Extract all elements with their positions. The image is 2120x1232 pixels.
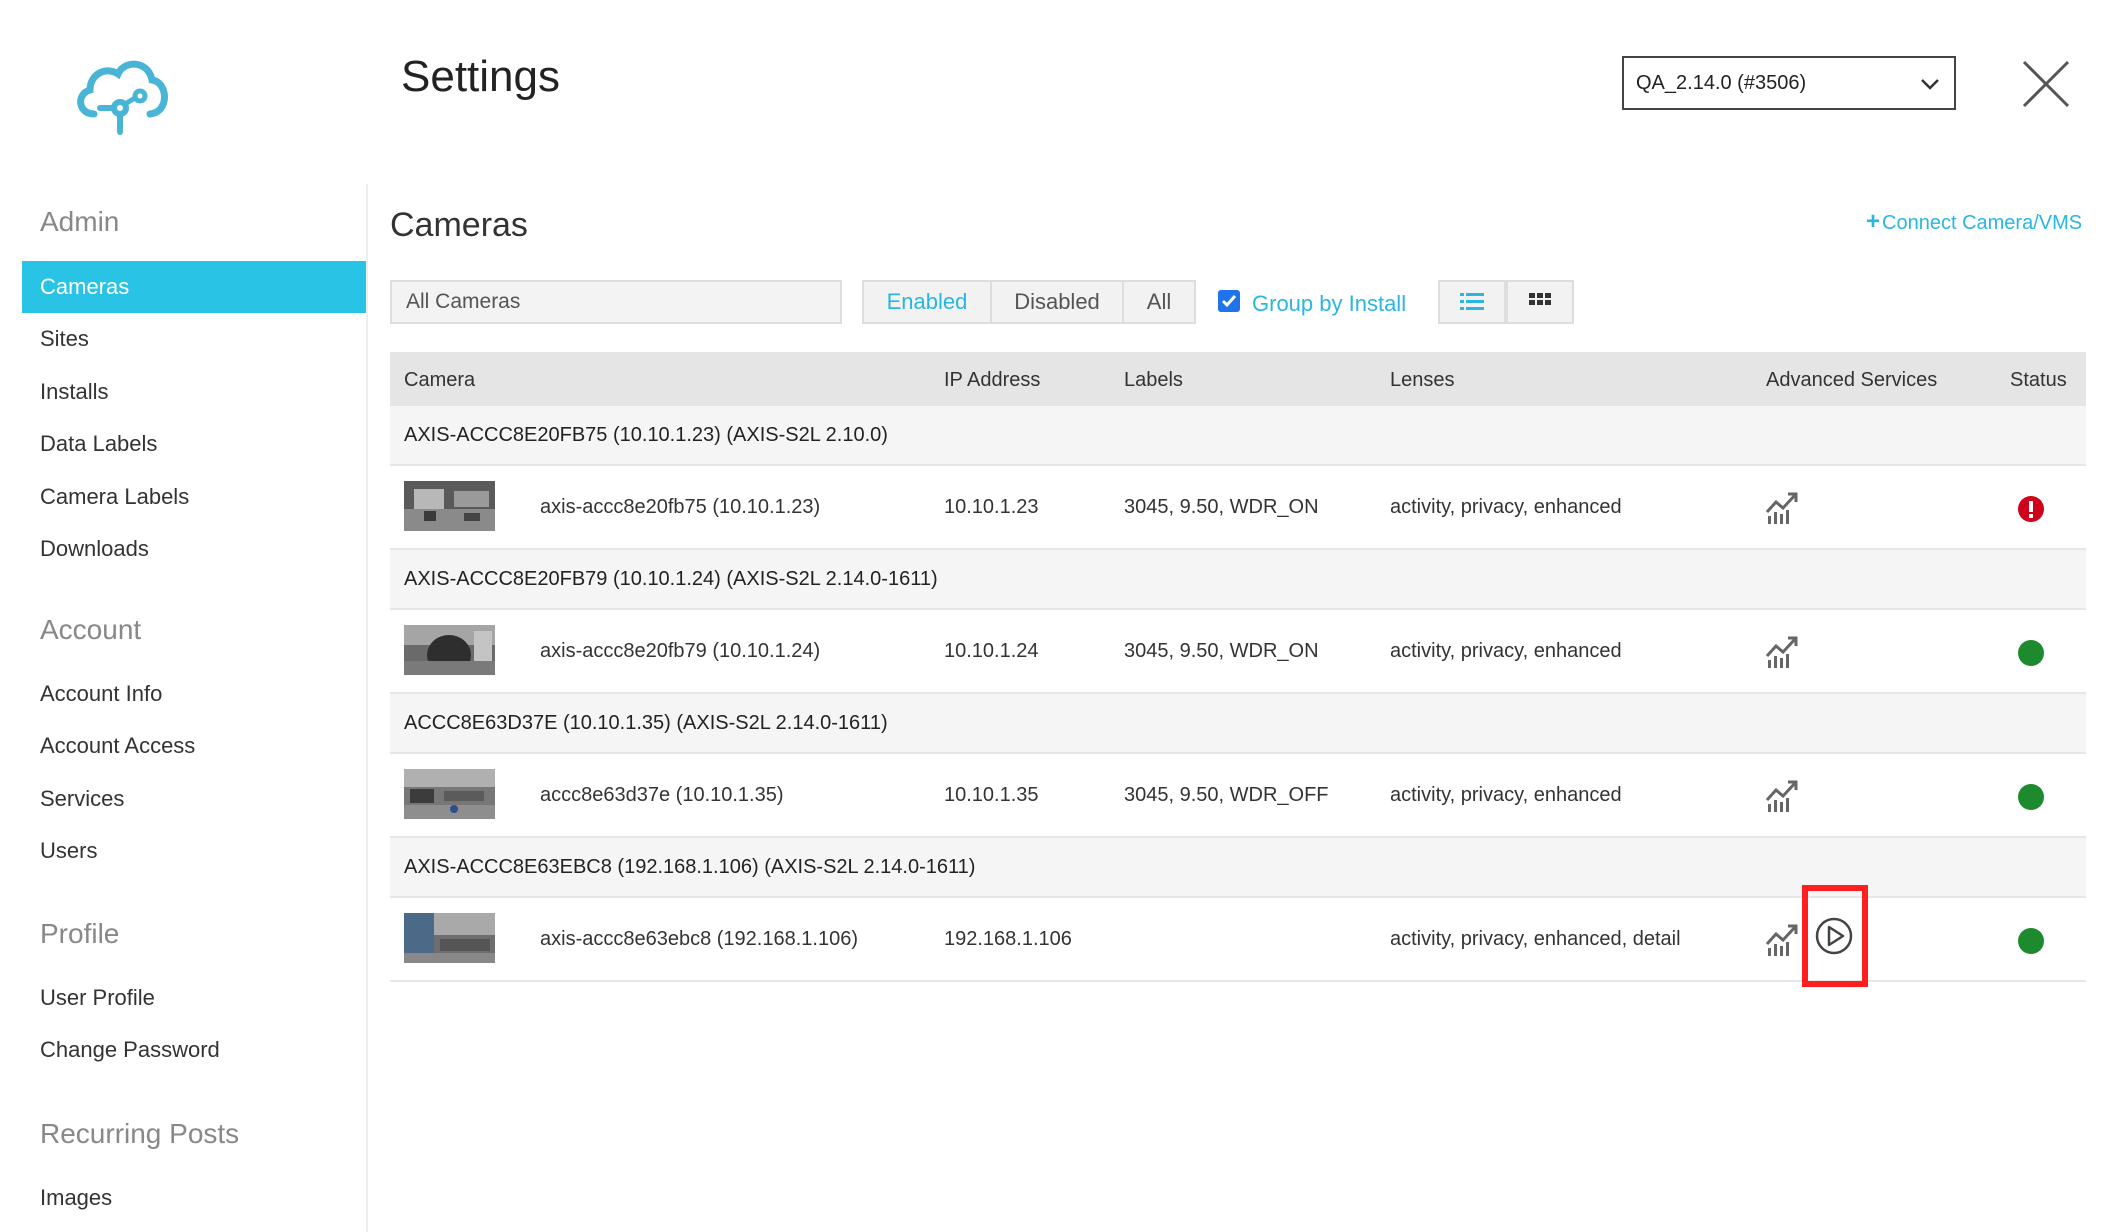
section-title: Cameras [390,206,528,244]
segment-disabled[interactable]: Disabled [990,280,1124,324]
table-row[interactable]: axis-accc8e63ebc8 (192.168.1.106) 192.16… [390,900,2086,982]
sidebar-item-services[interactable]: Services [22,773,366,825]
sidebar-item-change-password[interactable]: Change Password [22,1024,366,1076]
install-group-row: ACCC8E63D37E (10.10.1.35) (AXIS-S2L 2.14… [390,694,2086,754]
plus-icon: + [1866,208,1881,235]
column-labels[interactable]: Labels [1124,369,1183,392]
sidebar-item-cameras[interactable]: Cameras [22,261,366,313]
sidebar-item-sites[interactable]: Sites [22,313,366,365]
play-icon [1815,917,1853,955]
sidebar-section-account: Account [40,614,142,645]
group-by-install-label[interactable]: Group by Install [1252,291,1406,317]
camera-ip: 192.168.1.106 [944,928,1072,950]
status-error-icon [2018,496,2044,522]
column-lenses[interactable]: Lenses [1390,369,1455,392]
analytics-trend-icon[interactable] [1764,776,1802,814]
column-status[interactable]: Status [2010,369,2067,392]
sidebar-item-users[interactable]: Users [22,825,366,877]
camera-lenses: activity, privacy, enhanced [1390,496,1622,518]
sidebar-item-user-profile[interactable]: User Profile [22,972,366,1024]
camera-labels: 3045, 9.50, WDR_ON [1124,640,1319,662]
column-ip-address[interactable]: IP Address [944,369,1040,392]
sidebar-section-admin: Admin [40,206,120,237]
camera-lenses: activity, privacy, enhanced [1390,784,1622,806]
logo [72,52,172,136]
table-row[interactable]: accc8e63d37e (10.10.1.35) 10.10.1.35 304… [390,756,2086,838]
camera-thumbnail[interactable] [404,481,495,531]
column-camera[interactable]: Camera [404,369,475,392]
table-row[interactable]: axis-accc8e20fb75 (10.10.1.23) 10.10.1.2… [390,468,2086,550]
sidebar-section-profile: Profile [40,918,120,949]
camera-name[interactable]: axis-accc8e20fb79 (10.10.1.24) [540,640,820,663]
camera-labels: 3045, 9.50, WDR_ON [1124,496,1319,518]
close-button[interactable] [2020,58,2072,110]
sidebar: Admin Cameras Sites Installs Data Labels… [0,184,368,1232]
camera-lenses: activity, privacy, enhanced, detail [1390,928,1681,950]
sidebar-item-camera-labels[interactable]: Camera Labels [22,471,366,523]
camera-ip: 10.10.1.23 [944,496,1039,518]
camera-name[interactable]: accc8e63d37e (10.10.1.35) [540,784,784,807]
list-view-button[interactable] [1438,280,1506,324]
connect-camera-link[interactable]: + Connect Camera/VMS [1866,208,2082,236]
sidebar-item-images[interactable]: Images [22,1172,366,1224]
connect-camera-label: Connect Camera/VMS [1882,212,2083,234]
status-ok-indicator [2018,928,2044,954]
camera-filter-input[interactable] [390,280,842,324]
status-ok-indicator [2018,640,2044,666]
table-header: Camera IP Address Labels Lenses Advanced… [390,352,2086,406]
sidebar-item-downloads[interactable]: Downloads [22,523,366,575]
camera-thumbnail[interactable] [404,913,495,963]
sidebar-item-account-access[interactable]: Account Access [22,720,366,772]
camera-labels: 3045, 9.50, WDR_OFF [1124,784,1329,806]
table-row[interactable]: axis-accc8e20fb79 (10.10.1.24) 10.10.1.2… [390,612,2086,694]
group-by-install-checkbox[interactable] [1218,290,1240,312]
install-group-row: AXIS-ACCC8E20FB79 (10.10.1.24) (AXIS-S2L… [390,550,2086,610]
camera-name[interactable]: axis-accc8e20fb75 (10.10.1.23) [540,496,820,519]
cloud-network-icon [77,60,168,135]
chevron-down-icon [1921,79,1939,90]
checkmark-icon [1221,295,1237,308]
sidebar-section-recurring-posts: Recurring Posts [40,1118,240,1149]
sidebar-item-data-labels[interactable]: Data Labels [22,418,366,470]
grid-view-icon [1529,293,1551,305]
sidebar-item-account-info[interactable]: Account Info [22,668,366,720]
close-icon [2022,60,2070,108]
play-video-button[interactable] [1814,916,1854,956]
camera-ip: 10.10.1.35 [944,784,1039,806]
analytics-trend-icon[interactable] [1764,920,1802,958]
grid-view-button[interactable] [1506,280,1574,324]
page-title: Settings [401,52,560,101]
sidebar-item-installs[interactable]: Installs [22,366,366,418]
analytics-trend-icon[interactable] [1764,488,1802,526]
camera-name[interactable]: axis-accc8e63ebc8 (192.168.1.106) [540,928,858,951]
segment-all[interactable]: All [1122,280,1196,324]
segment-enabled[interactable]: Enabled [862,280,992,324]
list-view-icon [1460,293,1484,310]
version-select-value: QA_2.14.0 (#3506) [1636,71,1807,94]
camera-thumbnail[interactable] [404,625,495,675]
camera-ip: 10.10.1.24 [944,640,1039,662]
camera-thumbnail[interactable] [404,769,495,819]
analytics-trend-icon[interactable] [1764,632,1802,670]
install-group-row: AXIS-ACCC8E63EBC8 (192.168.1.106) (AXIS-… [390,838,2086,898]
column-advanced-services[interactable]: Advanced Services [1766,369,1937,392]
version-select[interactable]: QA_2.14.0 (#3506) [1622,56,1956,110]
status-ok-indicator [2018,784,2044,810]
install-group-row: AXIS-ACCC8E20FB75 (10.10.1.23) (AXIS-S2L… [390,406,2086,466]
camera-lenses: activity, privacy, enhanced [1390,640,1622,662]
